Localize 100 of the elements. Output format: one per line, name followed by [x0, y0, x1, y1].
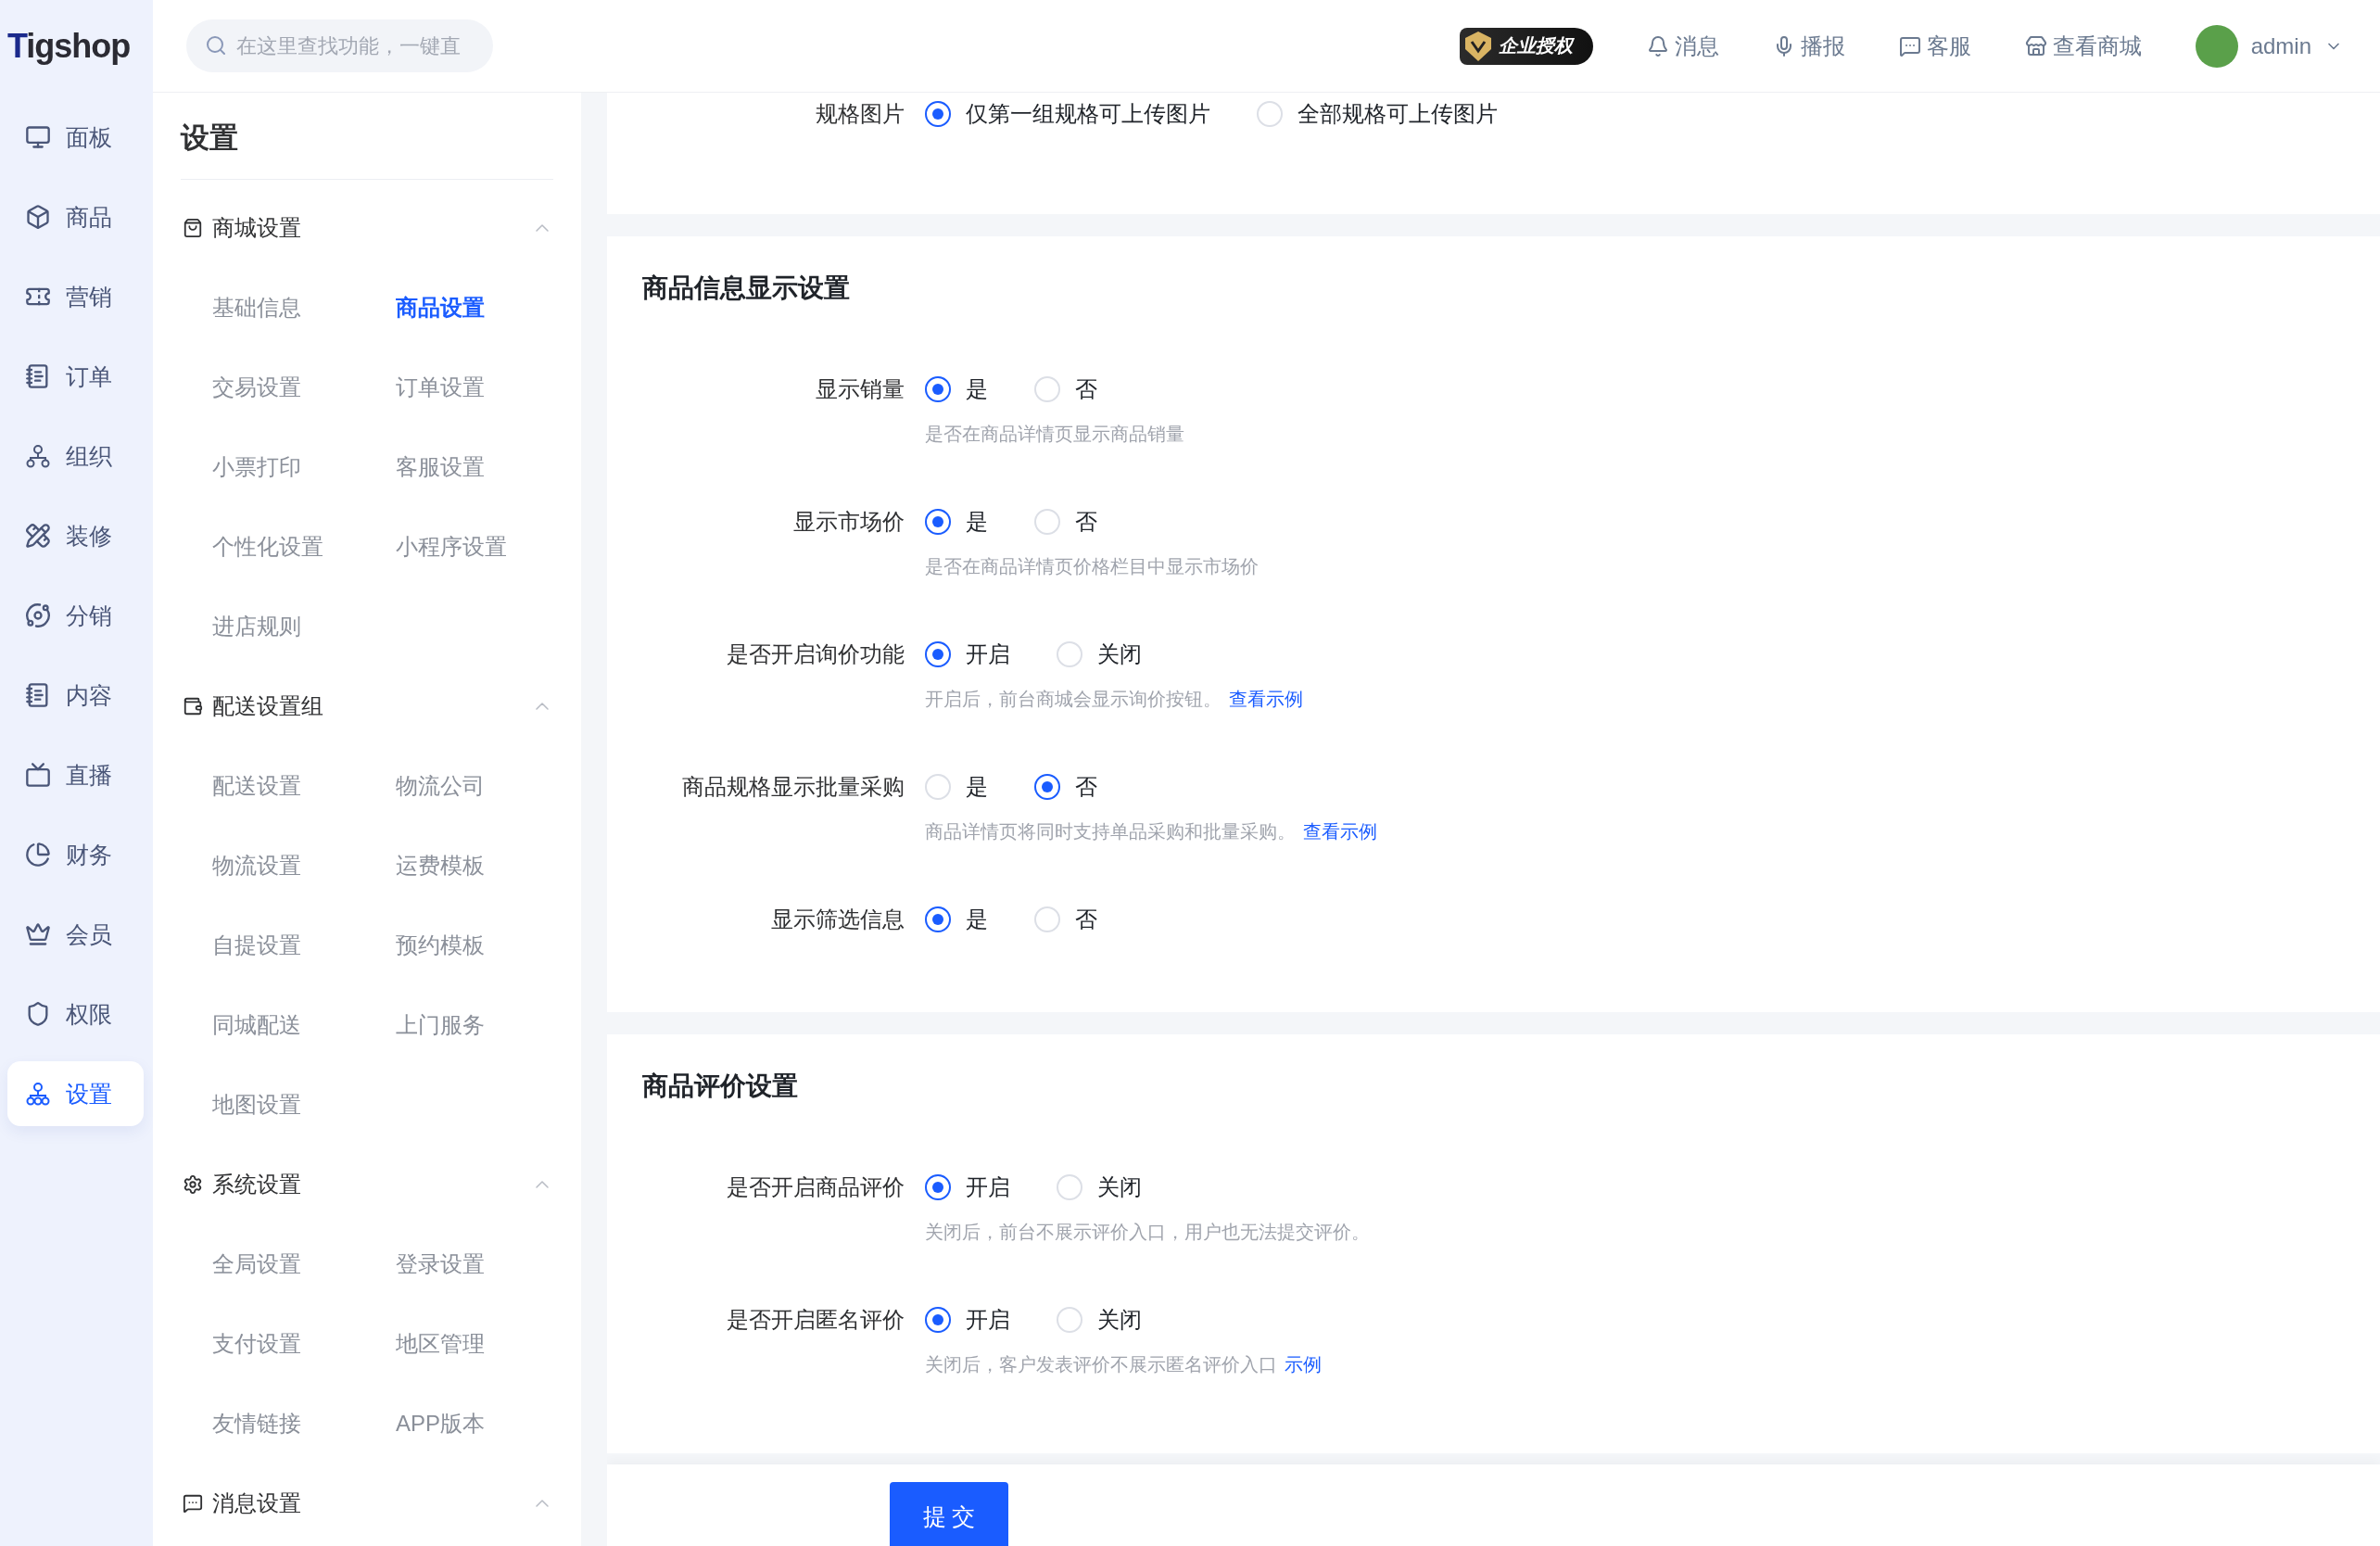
example-link[interactable]: 示例	[1285, 1354, 1322, 1375]
license-badge[interactable]: 企业授权	[1459, 27, 1593, 65]
panel-title: 设置	[181, 120, 238, 156]
settings-link[interactable]: 支付设置	[212, 1304, 301, 1384]
section-title: 商品信息显示设置	[642, 272, 851, 304]
nodes-icon	[25, 443, 51, 469]
group-title[interactable]: 消息设置	[212, 1489, 301, 1518]
radio-option[interactable]: 是	[925, 374, 988, 404]
orbit-icon	[25, 602, 51, 628]
settings-link[interactable]: 同城配送	[212, 985, 301, 1065]
radio-button[interactable]	[925, 1307, 951, 1333]
field-label: 是否开启匿名评价	[726, 1306, 905, 1334]
header-link[interactable]: 查看商城	[2024, 31, 2142, 61]
radio-button[interactable]	[925, 509, 951, 535]
radio-button[interactable]	[925, 101, 951, 127]
submit-button[interactable]: 提 交	[890, 1482, 1008, 1546]
hint-text: 关闭后，客户发表评价不展示匿名评价入口 示例	[925, 1353, 1323, 1376]
notebook-icon	[25, 363, 51, 389]
nav-item[interactable]: 面板	[7, 105, 144, 170]
radio-option[interactable]: 否	[1034, 772, 1097, 802]
settings-link[interactable]: 预约模板	[396, 906, 485, 985]
settings-link[interactable]: 进店规则	[212, 587, 301, 666]
radio-option[interactable]: 关闭	[1057, 1305, 1142, 1335]
nav-item[interactable]: 订单	[7, 344, 144, 409]
settings-link[interactable]: 上门服务	[396, 985, 485, 1065]
settings-link[interactable]: 个性化设置	[212, 507, 323, 587]
user-name[interactable]: admin	[2250, 32, 2311, 59]
radio-option[interactable]: 是	[925, 507, 988, 537]
radio-option[interactable]: 全部规格可上传图片	[1257, 99, 1498, 129]
settings-link[interactable]: 地图设置	[212, 1065, 301, 1145]
settings-link[interactable]: 小票打印	[212, 427, 301, 507]
settings-link[interactable]: 商品设置	[396, 268, 485, 348]
radio-button[interactable]	[925, 1174, 951, 1200]
example-link[interactable]: 查看示例	[1229, 689, 1303, 709]
radio-option[interactable]: 是	[925, 905, 988, 934]
search-field[interactable]: 在这里查找功能，一键直	[186, 19, 493, 72]
settings-icon	[183, 1174, 203, 1195]
settings-link[interactable]: 物流公司	[396, 746, 485, 826]
nav-item[interactable]: 会员	[7, 902, 144, 967]
radio-option[interactable]: 仅第一组规格可上传图片	[925, 99, 1210, 129]
radio-option[interactable]: 关闭	[1057, 1172, 1142, 1202]
radio-button[interactable]	[925, 376, 951, 402]
field-label: 商品规格显示批量采购	[681, 773, 905, 801]
section-title: 商品评价设置	[642, 1071, 799, 1102]
bag-icon	[183, 218, 203, 238]
settings-link[interactable]: 基础信息	[212, 268, 301, 348]
settings-link[interactable]: 小程序设置	[396, 507, 507, 587]
radio-option[interactable]: 关闭	[1057, 640, 1142, 669]
nav-item[interactable]: 营销	[7, 264, 144, 329]
nav-item[interactable]: 直播	[7, 742, 144, 807]
radio-button[interactable]	[925, 906, 951, 932]
chat-icon	[183, 1493, 203, 1514]
tv-icon	[25, 762, 51, 788]
field-label: 显示市场价	[792, 508, 905, 536]
settings-link[interactable]: 客服设置	[396, 427, 485, 507]
nav-item[interactable]: 装修	[7, 503, 144, 568]
settings-link[interactable]: 登录设置	[396, 1224, 485, 1304]
header-link[interactable]: 消息	[1646, 31, 1719, 61]
nav-item[interactable]: 权限	[7, 982, 144, 1046]
radio-option[interactable]: 否	[1034, 507, 1097, 537]
hint-text: 商品详情页将同时支持单品采购和批量采购。 查看示例	[925, 820, 1378, 843]
group-title[interactable]: 配送设置组	[212, 691, 323, 721]
settings-link[interactable]: 自提设置	[212, 906, 301, 985]
settings-link[interactable]: 运费模板	[396, 826, 485, 906]
hint-text: 开启后，前台商城会显示询价按钮。 查看示例	[925, 688, 1304, 711]
settings-link[interactable]: APP版本	[396, 1384, 486, 1464]
nav-item[interactable]: 组织	[7, 424, 144, 488]
hierarchy-icon	[25, 1081, 51, 1107]
header-link[interactable]: 客服	[1898, 31, 1971, 61]
field-label: 显示筛选信息	[770, 906, 905, 933]
nav-item[interactable]: 商品	[7, 184, 144, 249]
settings-link[interactable]: 订单设置	[396, 348, 485, 427]
group-title[interactable]: 商城设置	[212, 213, 301, 243]
radio-option[interactable]: 是	[925, 772, 988, 802]
radio-option[interactable]: 否	[1034, 374, 1097, 404]
settings-link[interactable]: 物流设置	[212, 826, 301, 906]
settings-link[interactable]: 配送设置	[212, 746, 301, 826]
field-label: 显示销量	[815, 375, 905, 403]
radio-option[interactable]: 否	[1034, 905, 1097, 934]
group-title[interactable]: 系统设置	[212, 1170, 301, 1199]
settings-link[interactable]: 交易设置	[212, 348, 301, 427]
box-icon	[25, 204, 51, 230]
radio-option[interactable]: 开启	[925, 640, 1010, 669]
radio-option[interactable]: 开启	[925, 1172, 1010, 1202]
radio-button[interactable]	[1034, 774, 1060, 800]
hint-text: 关闭后，前台不展示评价入口，用户也无法提交评价。	[925, 1221, 1371, 1244]
nav-item[interactable]: 分销	[7, 583, 144, 648]
settings-link[interactable]: 地区管理	[396, 1304, 485, 1384]
radio-button[interactable]	[925, 641, 951, 667]
settings-link[interactable]: 友情链接	[212, 1384, 301, 1464]
nav-item[interactable]: 设置	[7, 1061, 144, 1126]
settings-link[interactable]: 全局设置	[212, 1224, 301, 1304]
header-link[interactable]: 播报	[1772, 31, 1845, 61]
shield-icon	[1462, 30, 1493, 62]
nav-item[interactable]: 内容	[7, 663, 144, 728]
nav-item[interactable]: 财务	[7, 822, 144, 887]
radio-option[interactable]: 开启	[925, 1305, 1010, 1335]
store-icon	[2024, 34, 2047, 57]
example-link[interactable]: 查看示例	[1303, 821, 1377, 842]
logo[interactable]: Tigshop	[7, 27, 131, 66]
